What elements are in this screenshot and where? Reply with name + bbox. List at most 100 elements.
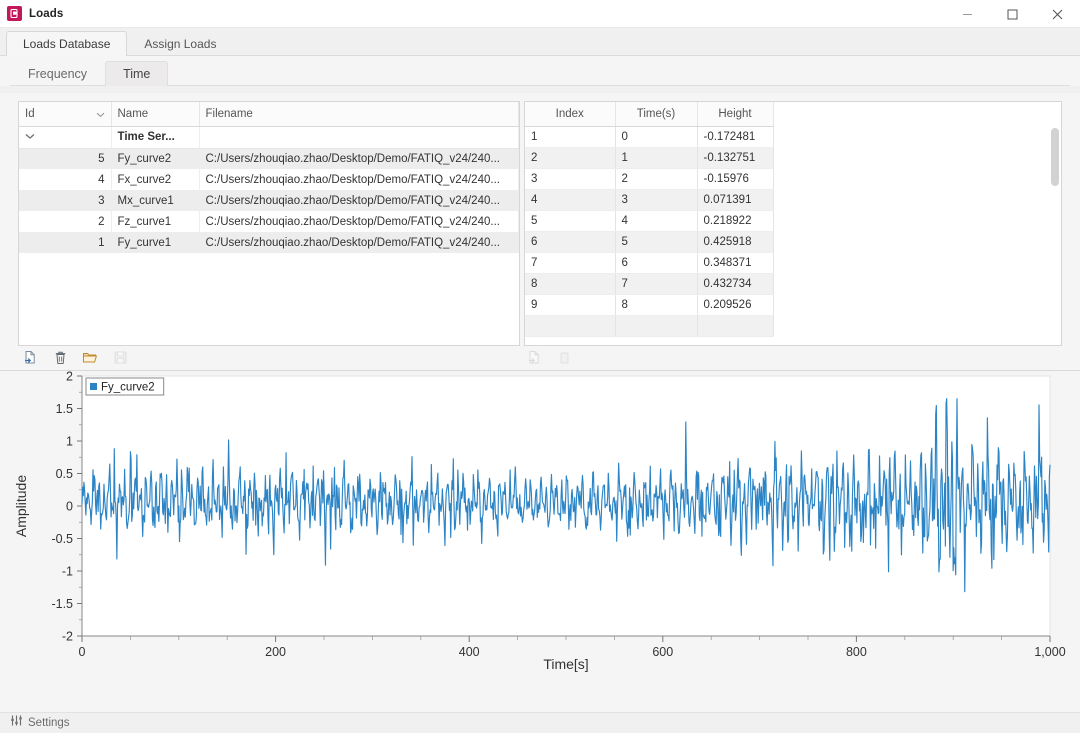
cell-height: -0.132751 — [697, 147, 774, 169]
table-row[interactable]: 4 Fx_curve2 C:/Users/zhouqiao.zhao/Deskt… — [19, 169, 519, 190]
y-tick-label: 0.5 — [56, 467, 73, 481]
data-table-body: 1 0 -0.172481 2 1 -0.132751 3 2 -0.15976… — [525, 126, 1061, 337]
cell-time: 4 — [615, 210, 698, 232]
column-header-height[interactable]: Height — [697, 102, 774, 127]
cell-id: 2 — [19, 211, 112, 232]
column-header-filename[interactable]: Filename — [199, 102, 519, 127]
cell-index: 3 — [525, 168, 616, 190]
cell-index: 4 — [525, 189, 616, 211]
cell-name: Fx_curve2 — [111, 169, 200, 190]
loads-table-body: Time Ser... 5 Fy_curve2 C:/Users/zhouqia… — [19, 126, 519, 253]
cell-name: Fy_curve2 — [111, 148, 200, 169]
table-row[interactable]: 9 8 0.209526 — [525, 294, 1061, 316]
y-tick-label: -1.5 — [51, 597, 73, 611]
maximize-button[interactable] — [990, 0, 1035, 28]
open-folder-icon[interactable] — [82, 349, 98, 365]
column-header-name-label: Name — [117, 107, 149, 120]
table-row[interactable]: 1 0 -0.172481 — [525, 126, 1061, 148]
cell-time — [615, 315, 698, 337]
group-expander-cell[interactable] — [19, 126, 112, 149]
table-row[interactable]: 2 1 -0.132751 — [525, 147, 1061, 169]
cell-height: 0.348371 — [697, 252, 774, 274]
time-series-chart[interactable]: -2 -1.5 -1 -0.5 0 0.5 1 1.5 2 0 200 400 600 800 1,000… — [0, 371, 1080, 733]
cell-height: -0.15976 — [697, 168, 774, 190]
cell-index: 9 — [525, 294, 616, 316]
data-table-scrollbar[interactable] — [1051, 128, 1059, 330]
x-tick-label: 400 — [459, 645, 480, 659]
column-header-time[interactable]: Time(s) — [615, 102, 698, 127]
loads-table-panel: Id Name Filename Time Ser... 5 Fy_curve2… — [18, 101, 520, 346]
add-row-icon — [526, 349, 542, 365]
y-tick-label: -0.5 — [51, 532, 73, 546]
close-button[interactable] — [1035, 0, 1080, 28]
delete-row-icon[interactable] — [52, 349, 68, 365]
x-tick-label: 600 — [652, 645, 673, 659]
y-tick-label: 2 — [66, 371, 73, 384]
table-row[interactable]: 4 3 0.071391 — [525, 189, 1061, 211]
table-row[interactable]: 5 Fy_curve2 C:/Users/zhouqiao.zhao/Deskt… — [19, 148, 519, 169]
table-row[interactable]: 6 5 0.425918 — [525, 231, 1061, 253]
cell-time: 3 — [615, 189, 698, 211]
column-header-height-label: Height — [718, 107, 752, 120]
cell-height: 0.425918 — [697, 231, 774, 253]
tab-assign-loads[interactable]: Assign Loads — [127, 31, 233, 56]
chart-legend[interactable]: Fy_curve2 — [85, 377, 165, 396]
cell-time: 7 — [615, 273, 698, 295]
cell-index: 6 — [525, 231, 616, 253]
cell-filename: C:/Users/zhouqiao.zhao/Desktop/Demo/FATI… — [199, 232, 519, 253]
table-row[interactable]: 3 2 -0.15976 — [525, 168, 1061, 190]
chevron-down-icon[interactable] — [25, 131, 35, 143]
legend-color-swatch — [90, 383, 97, 390]
x-tick-label: 200 — [265, 645, 286, 659]
cell-filename: C:/Users/zhouqiao.zhao/Desktop/Demo/FATI… — [199, 211, 519, 232]
cell-spacer — [773, 252, 1061, 273]
cell-spacer — [773, 294, 1061, 315]
cell-name: Fz_curve1 — [111, 211, 200, 232]
cell-spacer — [773, 210, 1061, 231]
column-header-index[interactable]: Index — [525, 102, 616, 127]
tab-loads-database[interactable]: Loads Database — [6, 31, 128, 56]
cell-id: 4 — [19, 169, 112, 190]
chevron-down-icon — [96, 109, 105, 121]
column-header-index-label: Index — [555, 107, 584, 120]
y-tick-label: -1 — [62, 565, 73, 579]
table-row[interactable] — [525, 315, 1061, 337]
cell-name: Mx_curve1 — [111, 190, 200, 211]
table-row[interactable]: 7 6 0.348371 — [525, 252, 1061, 274]
table-row[interactable]: 2 Fz_curve1 C:/Users/zhouqiao.zhao/Deskt… — [19, 211, 519, 232]
table-row[interactable]: 3 Mx_curve1 C:/Users/zhouqiao.zhao/Deskt… — [19, 190, 519, 211]
cell-height: 0.432734 — [697, 273, 774, 295]
column-header-id[interactable]: Id — [19, 102, 112, 127]
table-group-row[interactable]: Time Ser... — [19, 126, 519, 149]
sliders-icon[interactable] — [10, 714, 23, 732]
y-tick-label: 0 — [66, 500, 73, 514]
loads-table: Id Name Filename Time Ser... 5 Fy_curve2… — [19, 102, 519, 253]
table-row[interactable]: 1 Fy_curve1 C:/Users/zhouqiao.zhao/Deskt… — [19, 232, 519, 253]
tab-frequency[interactable]: Frequency — [10, 61, 105, 86]
add-row-icon[interactable] — [22, 349, 38, 365]
cell-spacer — [773, 231, 1061, 252]
cell-spacer — [773, 126, 1061, 147]
settings-label[interactable]: Settings — [28, 717, 70, 729]
cell-spacer — [773, 147, 1061, 168]
cell-id: 5 — [19, 148, 112, 169]
data-table-panel: Index Time(s) Height 1 0 -0.172481 2 1 -… — [524, 101, 1062, 346]
cell-time: 5 — [615, 231, 698, 253]
tab-time[interactable]: Time — [105, 61, 169, 86]
column-header-name[interactable]: Name — [111, 102, 200, 127]
status-bar: Settings — [0, 712, 1080, 733]
table-row[interactable]: 8 7 0.432734 — [525, 273, 1061, 295]
cell-id: 1 — [19, 232, 112, 253]
app-icon — [7, 6, 22, 21]
cell-height — [697, 315, 774, 337]
chart-container[interactable]: -2 -1.5 -1 -0.5 0 0.5 1 1.5 2 0 200 400 600 800 1,000… — [0, 371, 1080, 733]
scrollbar-thumb[interactable] — [1051, 128, 1059, 186]
cell-index: 7 — [525, 252, 616, 274]
cell-height: 0.209526 — [697, 294, 774, 316]
loads-table-header-row: Id Name Filename — [19, 102, 519, 127]
table-row[interactable]: 5 4 0.218922 — [525, 210, 1061, 232]
column-header-id-label: Id — [25, 107, 35, 120]
x-tick-label: 800 — [846, 645, 867, 659]
save-icon — [112, 349, 128, 365]
minimize-button[interactable] — [945, 0, 990, 28]
